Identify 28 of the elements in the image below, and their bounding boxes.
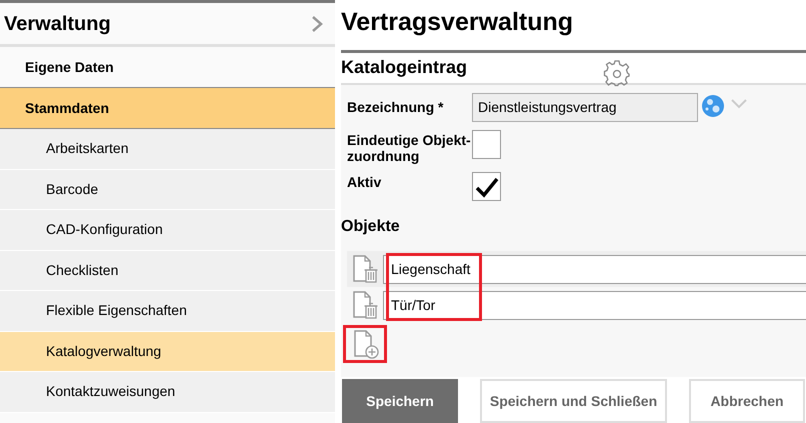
sidebar-subitem[interactable]: Katalogverwaltung — [0, 332, 335, 372]
settings-icon[interactable] — [603, 58, 631, 87]
sidebar-subitem[interactable]: Flexible Eigenschaften — [0, 291, 335, 332]
checkbox[interactable] — [472, 130, 501, 159]
name-field[interactable]: Dienstleistungsvertrag — [472, 93, 698, 122]
object-field[interactable]: Liegenschaft — [383, 254, 806, 284]
field-label: Bezeichnung * — [347, 98, 444, 117]
action-button[interactable]: Abbrechen — [689, 379, 805, 423]
sidebar-subitem[interactable]: Barcode — [0, 170, 335, 210]
globe-icon[interactable] — [701, 94, 725, 118]
sidebar-subitem[interactable]: Checklisten — [0, 250, 335, 291]
sidebar-subitem[interactable]: CAD-Konfiguration — [0, 210, 335, 250]
sidebar-item[interactable]: Stammdaten — [0, 88, 335, 129]
object-field[interactable]: Tür/Tor — [383, 290, 806, 320]
chevron-right-icon[interactable] — [311, 14, 323, 32]
checkbox[interactable] — [472, 172, 501, 201]
page-title: Vertragsverwaltung — [341, 7, 574, 38]
action-button[interactable]: Speichern und Schließen — [480, 379, 667, 423]
sidebar-subitem[interactable]: Kontaktzuweisungen — [0, 372, 335, 412]
section-title: Katalogeintrag — [341, 56, 468, 80]
save-button[interactable]: Speichern — [342, 379, 458, 423]
add-button[interactable] — [343, 325, 387, 363]
field-label: Eindeutige Objekt-zuordnung — [347, 131, 472, 164]
sidebar-title: Verwaltung — [4, 12, 111, 36]
chevron-down-icon[interactable] — [731, 99, 747, 109]
field-label: Aktiv — [347, 173, 382, 192]
objects-title: Objekte — [341, 217, 401, 237]
sidebar-subitem[interactable]: Arbeitskarten — [0, 129, 335, 170]
